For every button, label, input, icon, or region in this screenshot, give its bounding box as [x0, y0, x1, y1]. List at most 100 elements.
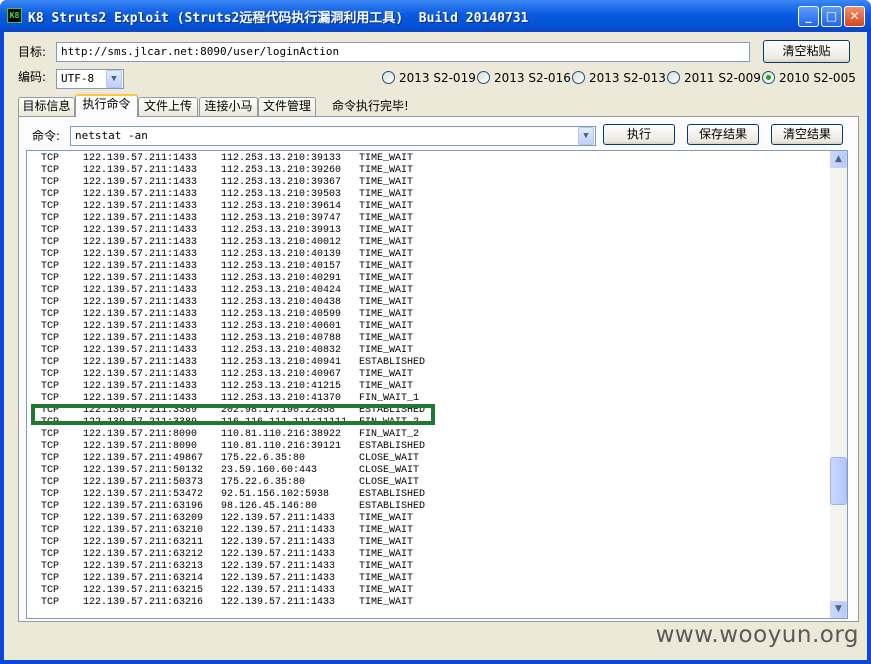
tab-target-info[interactable]: 目标信息: [18, 97, 75, 116]
chevron-down-icon[interactable]: ▼: [106, 70, 122, 88]
output-cell: TIME_WAIT: [359, 225, 414, 236]
output-cell: TIME_WAIT: [359, 585, 414, 596]
output-cell: 175.22.6.35:80: [221, 453, 306, 464]
chevron-down-icon[interactable]: ▼: [578, 127, 594, 145]
output-cell: 122.139.57.211:1433: [83, 357, 198, 368]
output-row: TCP 122.139.57.211:1433 112.253.13.210:393…: [41, 177, 425, 189]
output-cell: ESTABLISHED: [359, 441, 426, 452]
output-cell: TCP: [41, 237, 60, 248]
clear-paste-button[interactable]: 清空粘贴: [763, 40, 850, 63]
output-cell: 122.139.57.211:1433: [221, 573, 336, 584]
output-row: TCP 122.139.57.211:49867 175.22.6.35:80 CLO…: [41, 453, 425, 465]
output-cell: 122.139.57.211:63210: [83, 525, 204, 536]
output-row: TCP 122.139.57.211:63213 122.139.57.211:14…: [41, 561, 425, 573]
radio-s2-019[interactable]: 2013 S2-019: [382, 71, 476, 87]
output-cell: 122.139.57.211:1433: [83, 249, 198, 260]
tab-connect-shell[interactable]: 连接小马: [199, 97, 258, 116]
output-cell: TCP: [41, 465, 60, 476]
output-cell: TIME_WAIT: [359, 333, 414, 344]
output-cell: 122.139.57.211:63211: [83, 537, 204, 548]
output-cell: 112.253.13.210:40438: [221, 297, 342, 308]
output-cell: 122.139.57.211:1433: [221, 561, 336, 572]
radio-icon: [382, 71, 395, 84]
output-cell: TIME_WAIT: [359, 309, 414, 320]
output-cell: TCP: [41, 165, 60, 176]
output-cell: 122.139.57.211:1433: [83, 189, 198, 200]
radio-label: 2010 S2-005: [779, 71, 856, 85]
radio-icon: [572, 71, 585, 84]
tab-execute-command[interactable]: 执行命令: [75, 94, 138, 117]
save-results-button[interactable]: 保存结果: [687, 124, 759, 145]
output-row: TCP 122.139.57.211:1433 112.253.13.210:404…: [41, 285, 425, 297]
command-output[interactable]: TCP 122.139.57.211:1433 112.253.13.210:391…: [26, 150, 848, 619]
output-cell: TIME_WAIT: [359, 561, 414, 572]
output-row: TCP 122.139.57.211:1433 112.253.13.210:409…: [41, 369, 425, 381]
output-cell: TIME_WAIT: [359, 237, 414, 248]
output-cell: 122.139.57.211:1433: [221, 513, 336, 524]
output-cell: TCP: [41, 249, 60, 260]
output-row: TCP 122.139.57.211:63215 122.139.57.211:14…: [41, 585, 425, 597]
output-cell: 112.253.13.210:39367: [221, 177, 342, 188]
output-row: TCP 122.139.57.211:50132 23.59.160.60:443 C…: [41, 465, 425, 477]
output-cell: 122.139.57.211:49867: [83, 453, 204, 464]
vertical-scrollbar[interactable]: ▲ ▼: [830, 151, 847, 618]
output-cell: 122.139.57.211:1433: [221, 537, 336, 548]
radio-s2-016[interactable]: 2013 S2-016: [477, 71, 571, 87]
tab-file-upload[interactable]: 文件上传: [138, 97, 198, 116]
radio-label: 2013 S2-019: [399, 71, 476, 85]
output-row: TCP 122.139.57.211:1433 112.253.13.210:401…: [41, 249, 425, 261]
radio-dot-icon: [766, 75, 771, 80]
output-cell: TIME_WAIT: [359, 549, 414, 560]
maximize-button[interactable]: □: [821, 6, 842, 27]
maximize-icon: □: [825, 9, 838, 23]
radio-s2-009[interactable]: 2011 S2-009: [667, 71, 761, 87]
tab-file-manager[interactable]: 文件管理: [258, 97, 316, 116]
output-row: TCP 122.139.57.211:1433 112.253.13.210:401…: [41, 261, 425, 273]
output-cell: 110.81.110.216:39121: [221, 441, 342, 452]
scroll-up-icon[interactable]: ▲: [830, 151, 847, 168]
output-cell: TCP: [41, 489, 60, 500]
output-cell: 112.253.13.210:39260: [221, 165, 342, 176]
output-cell: TCP: [41, 225, 60, 236]
output-cell: TIME_WAIT: [359, 273, 414, 284]
radio-s2-005[interactable]: 2010 S2-005: [762, 71, 856, 87]
encoding-value: UTF-8: [61, 72, 95, 85]
output-row: TCP 122.139.57.211:1433 112.253.13.210:406…: [41, 321, 425, 333]
output-cell: TCP: [41, 333, 60, 344]
title-bar[interactable]: K8 K8 Struts2 Exploit (Struts2远程代码执行漏洞利用…: [0, 0, 871, 32]
output-cell: 122.139.57.211:1433: [83, 225, 198, 236]
output-cell: 112.253.13.210:40291: [221, 273, 342, 284]
radio-s2-013[interactable]: 2013 S2-013: [572, 71, 666, 87]
clear-results-button[interactable]: 清空结果: [771, 124, 843, 145]
minimize-button[interactable]: _: [798, 6, 819, 27]
output-cell: TIME_WAIT: [359, 513, 414, 524]
execute-button[interactable]: 执行: [603, 124, 675, 145]
output-row: TCP 122.139.57.211:1433 112.253.13.210:399…: [41, 225, 425, 237]
output-row: TCP 122.139.57.211:1433 112.253.13.210:397…: [41, 213, 425, 225]
app-window: K8 K8 Struts2 Exploit (Struts2远程代码执行漏洞利用…: [0, 0, 871, 664]
output-cell: TCP: [41, 261, 60, 272]
output-row: TCP 122.139.57.211:8090 110.81.110.216:389…: [41, 429, 425, 441]
encoding-select[interactable]: UTF-8 ▼: [56, 69, 124, 89]
output-cell: ESTABLISHED: [359, 357, 426, 368]
output-cell: 122.139.57.211:1433: [83, 213, 198, 224]
output-row: TCP 122.139.57.211:1433 112.253.13.210:392…: [41, 165, 425, 177]
output-cell: TIME_WAIT: [359, 369, 414, 380]
output-cell: 112.253.13.210:40601: [221, 321, 342, 332]
output-cell: TCP: [41, 273, 60, 284]
target-url-input[interactable]: http://sms.jlcar.net:8090/user/loginActi…: [56, 42, 750, 62]
output-row: TCP 122.139.57.211:1433 112.253.13.210:391…: [41, 153, 425, 165]
output-row: TCP 122.139.57.211:1433 112.253.13.210:405…: [41, 309, 425, 321]
close-button[interactable]: ✕: [844, 6, 865, 27]
output-cell: TCP: [41, 285, 60, 296]
output-cell: 122.139.57.211:1433: [83, 321, 198, 332]
output-row: TCP 122.139.57.211:1433 112.253.13.210:395…: [41, 189, 425, 201]
scroll-down-icon[interactable]: ▼: [830, 601, 847, 618]
output-cell: TCP: [41, 369, 60, 380]
output-cell: TCP: [41, 189, 60, 200]
watermark: www.wooyun.org: [655, 622, 859, 648]
scroll-thumb[interactable]: [830, 457, 847, 505]
output-cell: 122.139.57.211:1433: [83, 285, 198, 296]
output-cell: 122.139.57.211:8090: [83, 441, 198, 452]
command-input[interactable]: netstat -an ▼: [70, 126, 596, 146]
